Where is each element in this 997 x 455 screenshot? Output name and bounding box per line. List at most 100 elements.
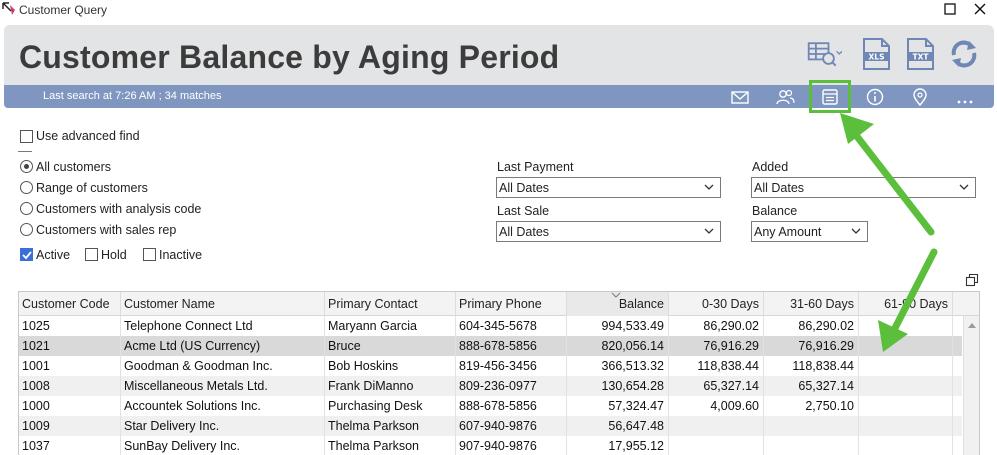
cell-primary-contact: Bruce [325,336,456,356]
radio-range-customers[interactable] [20,181,33,194]
table-row[interactable]: 1009 Star Delivery Inc. Thelma Parkson 607-… [19,416,962,436]
cell-31-60-days [764,436,859,455]
restore-layout-icon[interactable] [965,273,979,287]
cell-customer-name: Telephone Connect Ltd [121,316,325,336]
cell-0-30-days: 118,838.44 [669,356,764,376]
column-header-balance-label: Balance [618,297,664,311]
more-icon[interactable] [955,88,975,106]
email-icon[interactable] [730,88,750,106]
column-header-0-30-days[interactable]: 0-30 Days [669,292,764,316]
cell-primary-phone: 809-236-0977 [456,376,567,396]
svg-text:TXT: TXT [912,53,929,62]
table-row[interactable]: 1001 Goodman & Goodman Inc. Bob Hoskins 819… [19,356,962,376]
cell-61-90-days [859,376,953,396]
scroll-up-icon[interactable] [967,321,977,329]
chevron-down-icon [704,184,714,190]
table-row[interactable]: 1000 Accountek Solutions Inc. Purchasing D… [19,396,962,416]
cell-61-90-days [859,316,953,336]
cell-balance: 994,533.49 [567,316,669,336]
cell-primary-phone: 819-456-3456 [456,356,567,376]
cell-customer-code: 1025 [19,316,121,336]
cell-primary-contact: Maryann Garcia [325,316,456,336]
cell-0-30-days [669,436,764,455]
cell-31-60-days: 65,327.14 [764,376,859,396]
close-button[interactable] [970,1,990,19]
last-payment-select[interactable]: All Dates [496,177,721,198]
cell-primary-contact: Thelma Parkson [325,416,456,436]
cell-0-30-days: 4,009.60 [669,396,764,416]
table-row[interactable]: 1008 Miscellaneous Metals Ltd. Frank DiMan… [19,376,962,396]
vertical-scrollbar[interactable] [963,316,979,455]
cell-customer-name: Accountek Solutions Inc. [121,396,325,416]
column-header-customer-name[interactable]: Customer Name [121,292,325,316]
location-icon[interactable] [910,88,930,106]
table-row[interactable]: 1025 Telephone Connect Ltd Maryann Garcia 6… [19,316,962,336]
radio-all-customers[interactable] [20,160,33,173]
last-sale-select[interactable]: All Dates [496,221,721,242]
advanced-find-checkbox[interactable] [20,130,33,143]
cell-balance: 366,513.32 [567,356,669,376]
cell-61-90-days [859,356,953,376]
cell-balance: 17,955.12 [567,436,669,455]
column-header-primary-phone[interactable]: Primary Phone [456,292,567,316]
column-header-primary-contact[interactable]: Primary Contact [325,292,456,316]
radio-range-customers-label: Range of customers [36,181,148,195]
last-payment-value: All Dates [499,181,550,195]
cell-primary-phone: 607-940-9876 [456,416,567,436]
added-select[interactable]: All Dates [751,177,976,198]
cell-balance: 56,647.48 [567,416,669,436]
info-icon[interactable] [865,88,885,106]
txt-export-icon[interactable]: TXT [902,37,938,71]
cell-primary-phone: 888-678-5856 [456,396,567,416]
checkmark-icon [22,251,32,260]
table-row[interactable]: 1037 SunBay Delivery Inc. Thelma Parkson 90… [19,436,962,455]
column-header-61-90-days[interactable]: 61-90 Days [859,292,953,316]
xls-export-icon[interactable]: XLS [858,37,894,71]
refresh-icon[interactable] [946,37,982,71]
contacts-icon[interactable] [775,88,795,106]
cell-31-60-days: 76,916.29 [764,336,859,356]
customer-grid: Customer Code Customer Name Primary Cont… [18,291,980,455]
cell-customer-name: Goodman & Goodman Inc. [121,356,325,376]
notes-highlight-box [809,80,851,113]
grid-header-row: Customer Code Customer Name Primary Cont… [19,292,979,316]
column-header-31-60-days[interactable]: 31-60 Days [764,292,859,316]
cell-customer-code: 1009 [19,416,121,436]
column-header-balance[interactable]: Balance [567,292,669,316]
grid-search-icon[interactable] [806,37,842,71]
cell-primary-contact: Bob Hoskins [325,356,456,376]
column-header-customer-code[interactable]: Customer Code [19,292,121,316]
inactive-checkbox[interactable] [143,248,156,261]
cell-61-90-days [859,416,953,436]
maximize-button[interactable] [940,1,960,19]
active-label: Active [36,248,71,262]
radio-sales-rep[interactable] [20,223,33,236]
cell-31-60-days [764,416,859,436]
hold-checkbox[interactable] [85,248,98,261]
balance-select[interactable]: Any Amount [751,221,868,242]
cell-primary-phone: 604-345-5678 [456,316,567,336]
last-sale-value: All Dates [499,225,550,239]
cell-61-90-days [859,396,953,416]
inactive-label: Inactive [159,248,203,262]
svg-text:XLS: XLS [869,53,885,62]
cell-customer-code: 1008 [19,376,121,396]
app-icon [2,2,15,15]
table-row[interactable]: 1021 Acme Ltd (US Currency) Bruce 888-678-5… [19,336,962,356]
radio-analysis-code[interactable] [20,202,33,215]
hold-label: Hold [101,248,127,262]
cell-balance: 130,654.28 [567,376,669,396]
active-checkbox[interactable] [20,248,33,261]
annotation-arrowhead-up [840,113,874,144]
search-info: Last search at 7:26 AM ; 34 matches [43,90,222,102]
cell-customer-code: 1000 [19,396,121,416]
filter-divider [18,151,32,152]
cell-0-30-days: 76,916.29 [669,336,764,356]
radio-all-customers-label: All customers [36,160,112,174]
cell-61-90-days [859,336,953,356]
sort-indicator-icon [611,292,621,298]
cell-customer-code: 1037 [19,436,121,455]
window-title: Customer Query [19,3,108,17]
radio-analysis-code-label: Customers with analysis code [36,202,202,216]
cell-31-60-days: 118,838.44 [764,356,859,376]
